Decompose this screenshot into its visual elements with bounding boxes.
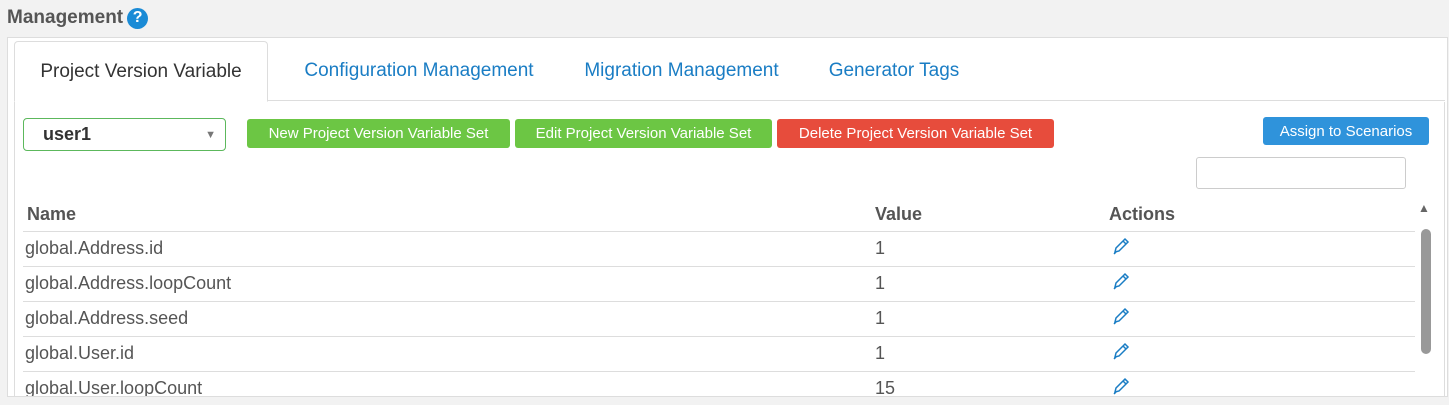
row-name: global.User.loopCount xyxy=(23,371,875,396)
row-name: global.Address.id xyxy=(23,231,875,267)
new-variable-set-button[interactable]: New Project Version Variable Set xyxy=(247,119,510,148)
page-title: Management xyxy=(7,7,124,28)
tab-content: user1 ▼ New Project Version Variable Set… xyxy=(14,102,1445,396)
tab-bar: Project Version Variable Configuration M… xyxy=(14,41,1445,102)
help-icon[interactable]: ? xyxy=(127,7,149,29)
tab-configuration-management[interactable]: Configuration Management xyxy=(284,41,554,101)
column-header-name[interactable]: Name xyxy=(23,198,875,232)
table-row: global.Address.seed 1 xyxy=(23,301,1415,337)
row-name: global.User.id xyxy=(23,336,875,372)
pencil-icon[interactable] xyxy=(1111,236,1131,256)
table-row: global.User.id 1 xyxy=(23,336,1415,372)
tab-project-version-variable[interactable]: Project Version Variable xyxy=(14,41,268,102)
column-header-actions: Actions xyxy=(1109,198,1415,232)
row-value: 1 xyxy=(875,266,1109,302)
row-actions xyxy=(1109,371,1415,396)
row-value: 1 xyxy=(875,336,1109,372)
tab-migration-management[interactable]: Migration Management xyxy=(569,41,794,101)
variable-set-select-value: user1 xyxy=(43,124,92,144)
management-panel: Project Version Variable Configuration M… xyxy=(7,37,1448,397)
delete-variable-set-button[interactable]: Delete Project Version Variable Set xyxy=(777,119,1054,148)
tab-generator-tags[interactable]: Generator Tags xyxy=(819,41,969,101)
row-actions xyxy=(1109,266,1415,302)
variables-table: Name Value Actions global.Address.id 1 g… xyxy=(23,198,1415,396)
pencil-icon[interactable] xyxy=(1111,341,1131,361)
row-name: global.Address.loopCount xyxy=(23,266,875,302)
table-row: global.User.loopCount 15 xyxy=(23,371,1415,396)
table-row: global.Address.id 1 xyxy=(23,231,1415,267)
variable-set-select[interactable]: user1 ▼ xyxy=(23,118,226,151)
row-actions xyxy=(1109,301,1415,337)
scroll-up-arrow-icon[interactable]: ▲ xyxy=(1418,201,1430,215)
row-actions xyxy=(1109,336,1415,372)
pencil-icon[interactable] xyxy=(1111,306,1131,326)
table-row: global.Address.loopCount 1 xyxy=(23,266,1415,302)
row-value: 1 xyxy=(875,231,1109,267)
assign-to-scenarios-button[interactable]: Assign to Scenarios xyxy=(1263,117,1429,145)
pencil-icon[interactable] xyxy=(1111,271,1131,291)
row-actions xyxy=(1109,231,1415,267)
scrollbar-thumb[interactable] xyxy=(1421,229,1431,354)
search-input[interactable] xyxy=(1196,157,1406,189)
column-header-value[interactable]: Value xyxy=(875,198,1109,232)
table-header-row: Name Value Actions xyxy=(23,198,1415,232)
chevron-down-icon: ▼ xyxy=(205,129,216,141)
page-header: Management ? xyxy=(7,4,149,32)
pencil-icon[interactable] xyxy=(1111,376,1131,396)
row-name: global.Address.seed xyxy=(23,301,875,337)
row-value: 1 xyxy=(875,301,1109,337)
edit-variable-set-button[interactable]: Edit Project Version Variable Set xyxy=(515,119,772,148)
row-value: 15 xyxy=(875,371,1109,396)
